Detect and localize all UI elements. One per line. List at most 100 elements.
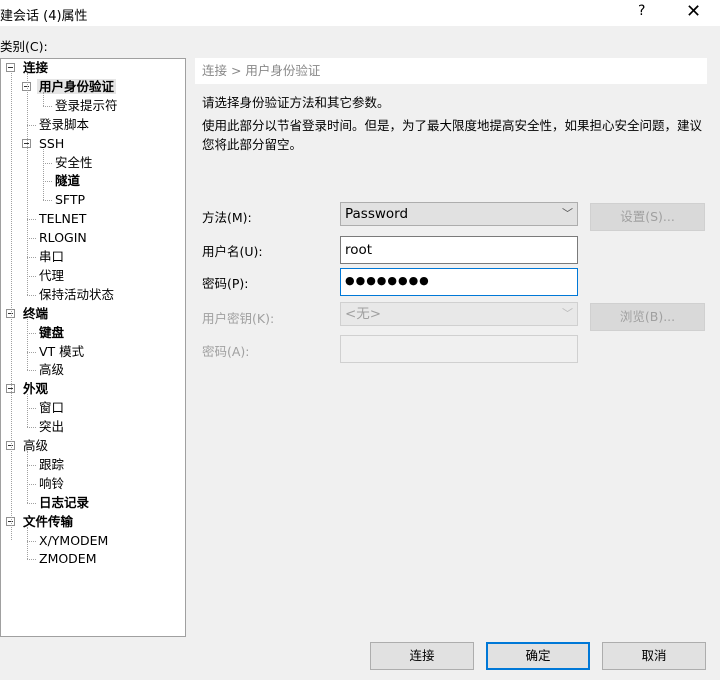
tree-item[interactable]: 终端 xyxy=(21,305,50,323)
tree-item[interactable]: 隧道 xyxy=(53,172,82,190)
tree-item-label: 窗口 xyxy=(39,400,65,416)
tree-item[interactable]: 响铃 xyxy=(37,475,66,493)
tree-connector xyxy=(27,370,36,372)
user-key-select[interactable]: <无> ﹀ xyxy=(340,302,578,326)
category-tree[interactable]: 连接用户身份验证登录提示符登录脚本 SSH 安全性隧道 SFTP TELNET RLOGI… xyxy=(0,58,186,637)
tree-item-label: SSH xyxy=(39,135,65,151)
tree-item[interactable]: 登录提示符 xyxy=(53,97,120,115)
tree-item-label: 键盘 xyxy=(39,324,65,340)
tree-connector xyxy=(27,526,28,560)
tree-item[interactable]: 高级 xyxy=(21,437,50,455)
tree-item-label: 跟踪 xyxy=(39,456,65,472)
connect-button[interactable]: 连接 xyxy=(370,642,474,670)
tree-item-label: 响铃 xyxy=(39,475,65,491)
tree-item[interactable]: VT 模式 xyxy=(37,343,86,361)
chevron-down-icon: ﹀ xyxy=(562,207,573,220)
username-input[interactable]: root xyxy=(340,236,578,264)
tree-item-label: VT 模式 xyxy=(39,343,85,359)
cancel-button[interactable]: 取消 xyxy=(602,642,706,670)
tree-item-label: 登录脚本 xyxy=(39,116,90,132)
window-title: 建会话 (4)属性 xyxy=(0,9,88,24)
passphrase-input[interactable] xyxy=(340,335,578,363)
tree-connector xyxy=(43,91,44,106)
tree-item[interactable]: 突出 xyxy=(37,418,66,436)
tree-connector xyxy=(27,427,36,429)
tree-item-label: 日志记录 xyxy=(39,494,90,510)
tree-item[interactable]: 串口 xyxy=(37,248,66,266)
tree-item-label: 代理 xyxy=(39,267,65,283)
tree-item[interactable]: 日志记录 xyxy=(37,494,91,512)
tree-item-label: 串口 xyxy=(39,249,65,264)
method-value: Password xyxy=(345,206,409,222)
tree-item[interactable]: 窗口 xyxy=(37,399,66,417)
tree-connector xyxy=(27,318,28,371)
close-icon[interactable]: ✕ xyxy=(686,1,701,22)
tree-item-label: 用户身份验证 xyxy=(37,78,117,94)
tree-connector xyxy=(27,257,36,258)
method-label: 方法(M): xyxy=(202,210,252,225)
tree-item-label: RLOGIN xyxy=(39,230,87,246)
browse-button[interactable]: 浏览(B)... xyxy=(590,303,705,331)
tree-item-label: X/YMODEM xyxy=(39,532,109,548)
tree-item[interactable]: 跟踪 xyxy=(37,456,66,474)
ok-button[interactable]: 确定 xyxy=(486,642,590,670)
collapse-icon[interactable] xyxy=(6,63,15,72)
method-select[interactable]: Password ﹀ xyxy=(340,202,578,226)
password-label: 密码(P): xyxy=(202,276,249,291)
tree-item[interactable]: 登录脚本 xyxy=(37,116,91,134)
tree-connector xyxy=(27,351,36,353)
breadcrumb: 连接 > 用户身份验证 xyxy=(195,58,707,84)
tree-item[interactable]: 保持活动状态 xyxy=(37,286,116,304)
tree-item-label: 突出 xyxy=(39,419,65,435)
title-bar: 建会话 (4)属性 ? ✕ xyxy=(0,0,720,26)
tree-connector xyxy=(27,408,36,410)
settings-button[interactable]: 设置(S)... xyxy=(590,203,705,231)
tree-item-label: 安全性 xyxy=(55,154,93,170)
tree-connector xyxy=(27,394,28,428)
tree-item-label: 保持活动状态 xyxy=(39,286,115,302)
tree-item[interactable]: 文件传输 xyxy=(21,513,75,531)
tree-connector xyxy=(27,332,36,334)
tree-connector xyxy=(11,73,12,541)
tree-connector xyxy=(27,483,36,485)
category-label: 类别(C): xyxy=(0,39,48,54)
tree-item[interactable]: TELNET xyxy=(37,210,88,228)
tree-item[interactable]: 高级 xyxy=(37,361,66,379)
tree-item[interactable]: SSH xyxy=(37,135,66,153)
tree-item[interactable]: X/YMODEM xyxy=(37,532,110,550)
tree-item-label: 文件传输 xyxy=(23,513,74,529)
username-label: 用户名(U): xyxy=(202,244,263,259)
tree-connector xyxy=(27,294,36,296)
help-button[interactable]: ? xyxy=(638,3,645,19)
tree-connector xyxy=(27,219,36,221)
tree-item-label: 高级 xyxy=(39,362,65,378)
tree-connector xyxy=(43,181,52,183)
tree-connector xyxy=(27,275,36,277)
tree-item-label: 登录提示符 xyxy=(55,97,118,113)
tree-item[interactable]: SFTP xyxy=(53,191,87,209)
tree-connector xyxy=(27,124,36,126)
tree-item-label: 终端 xyxy=(23,305,49,321)
tree-item-label: 高级 xyxy=(23,438,49,453)
tree-item[interactable]: 连接 xyxy=(21,59,50,77)
description-2: 使用此部分以节省登录时间。但是，为了最大限度地提高安全性，如果担心安全问题，建议… xyxy=(202,118,703,152)
tree-item[interactable]: 用户身份验证 xyxy=(37,78,117,96)
tree-connector xyxy=(43,105,52,107)
tree-item-label: 隧道 xyxy=(55,173,81,189)
password-input[interactable]: ●●●●●●●● xyxy=(340,268,578,296)
tree-connector xyxy=(27,451,28,503)
tree-item[interactable]: 代理 xyxy=(37,267,66,285)
tree-item[interactable]: RLOGIN xyxy=(37,229,89,247)
tree-item[interactable]: 安全性 xyxy=(53,154,95,172)
tree-item-label: 连接 xyxy=(23,60,49,75)
description-1: 请选择身份验证方法和其它参数。 xyxy=(202,95,390,110)
user-key-value: <无> xyxy=(345,306,382,322)
tree-item[interactable]: 外观 xyxy=(21,380,50,398)
tree-connector xyxy=(27,73,28,295)
tree-item[interactable]: 键盘 xyxy=(37,324,66,342)
user-key-label: 用户密钥(K): xyxy=(202,311,275,326)
tree-connector xyxy=(27,559,36,561)
tree-item-label: SFTP xyxy=(55,192,86,208)
tree-connector xyxy=(27,464,36,466)
tree-item[interactable]: ZMODEM xyxy=(37,550,99,568)
